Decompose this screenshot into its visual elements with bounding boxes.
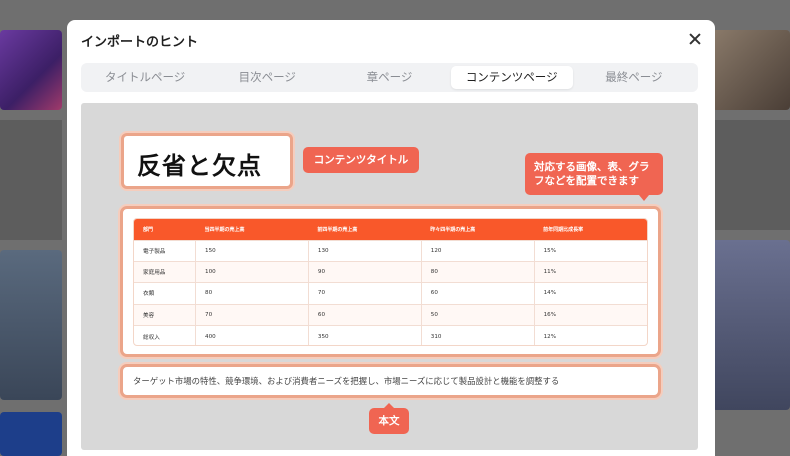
- table-row: 総収入 400 350 310 12%: [134, 325, 647, 345]
- table-cell: 15%: [533, 239, 647, 262]
- tab-chapter-page[interactable]: 章ページ: [328, 66, 450, 89]
- page-type-tabs: タイトルページ 目次ページ 章ページ コンテンツページ 最終ページ: [81, 63, 698, 92]
- table-cell: 60: [420, 282, 535, 305]
- table-row: 家庭用品 100 90 80 11%: [134, 260, 647, 283]
- table-cell: 14%: [533, 282, 647, 305]
- content-title-tag: コンテンツタイトル: [303, 147, 419, 173]
- table-cell: 350: [307, 325, 422, 345]
- background-thumbnail: [712, 240, 790, 410]
- table-cell: 100: [195, 260, 309, 283]
- slide-table-box: 部門 当四半期の売上高 前四半期の売上高 昨々四半期の売上高 前年同期比成長率 …: [120, 206, 661, 357]
- background-thumbnail: [0, 30, 62, 110]
- table-cell: 50: [420, 303, 535, 326]
- table-cell: 16%: [533, 303, 647, 326]
- table-cell: 90: [307, 260, 422, 283]
- table-cell: 310: [420, 325, 535, 345]
- table-row: 電子製品 150 130 120 15%: [134, 239, 647, 262]
- slide-title-box: 反省と欠点: [121, 133, 293, 189]
- tab-toc-page[interactable]: 目次ページ: [206, 66, 328, 89]
- slide-table: 部門 当四半期の売上高 前四半期の売上高 昨々四半期の売上高 前年同期比成長率 …: [133, 218, 648, 346]
- tab-title-page[interactable]: タイトルページ: [84, 66, 206, 89]
- table-header: 前四半期の売上高: [308, 219, 422, 240]
- background-thumbnail: [0, 250, 62, 400]
- table-cell: 美容: [134, 303, 196, 326]
- slide-body-box: ターゲット市場の特性、競争環境、および消費者ニーズを把握し、市場ニーズに応じて製…: [120, 364, 661, 398]
- table-cell: 150: [195, 239, 309, 262]
- table-header: 昨々四半期の売上高: [421, 219, 535, 240]
- tab-final-page[interactable]: 最終ページ: [573, 66, 695, 89]
- table-cell: 家庭用品: [134, 260, 196, 283]
- table-cell: 80: [420, 260, 535, 283]
- close-icon[interactable]: [687, 31, 703, 47]
- table-cell: 70: [307, 282, 422, 305]
- table-row: 衣類 80 70 60 14%: [134, 282, 647, 305]
- slide-body-text: ターゲット市場の特性、競争環境、および消費者ニーズを把握し、市場ニーズに応じて製…: [133, 376, 560, 386]
- table-cell: 70: [195, 303, 309, 326]
- table-cell: 60: [307, 303, 422, 326]
- table-header-row: 部門 当四半期の売上高 前四半期の売上高 昨々四半期の売上高 前年同期比成長率: [134, 219, 647, 240]
- table-row: 美容 70 60 50 16%: [134, 303, 647, 326]
- background-thumbnail: [712, 30, 790, 110]
- background-thumbnail: [0, 412, 62, 456]
- table-cell: 130: [307, 239, 422, 262]
- dialog-title: インポートのヒント: [81, 35, 199, 50]
- table-cell: 12%: [533, 325, 647, 345]
- background-panel: [0, 120, 62, 240]
- table-cell: 120: [420, 239, 535, 262]
- slide-title: 反省と欠点: [137, 152, 262, 180]
- table-cell: 11%: [533, 260, 647, 283]
- table-cell: 衣類: [134, 282, 196, 305]
- table-cell: 電子製品: [134, 239, 196, 262]
- table-cell: 総収入: [134, 325, 196, 345]
- table-header: 当四半期の売上高: [195, 219, 309, 240]
- import-tips-dialog: インポートのヒント タイトルページ 目次ページ 章ページ コンテンツページ 最終…: [67, 20, 715, 456]
- background-panel: [712, 120, 790, 230]
- table-header: 部門: [134, 219, 196, 240]
- table-cell: 400: [195, 325, 309, 345]
- tab-content-page[interactable]: コンテンツページ: [450, 66, 573, 89]
- media-hint-tag: 対応する画像、表、グラフなどを配置できます: [525, 153, 663, 201]
- table-cell: 80: [195, 282, 309, 305]
- body-tag: 本文: [369, 403, 409, 434]
- table-header: 前年同期比成長率: [534, 219, 647, 240]
- content-page-preview: 反省と欠点 コンテンツタイトル 対応する画像、表、グラフなどを配置できます 部門…: [81, 103, 698, 450]
